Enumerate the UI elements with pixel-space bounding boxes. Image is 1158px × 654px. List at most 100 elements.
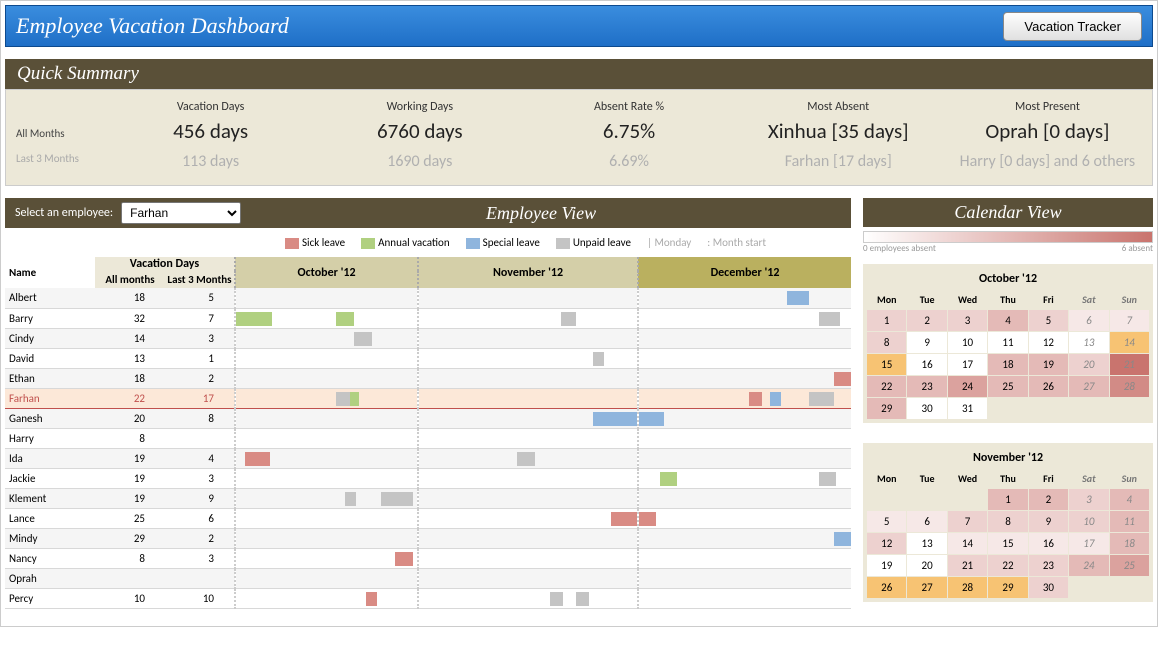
cal-day[interactable]: 15 (988, 533, 1027, 554)
cal-day[interactable]: 12 (867, 533, 906, 554)
cal-day[interactable]: 30 (907, 398, 946, 419)
cal-day[interactable]: 17 (1069, 533, 1108, 554)
page-title: Employee Vacation Dashboard (16, 13, 289, 39)
legend-monday: | Monday (647, 236, 691, 249)
cal-day[interactable]: 16 (1029, 533, 1068, 554)
cal-day[interactable]: 15 (867, 354, 906, 375)
cal-day[interactable]: 1 (867, 310, 906, 331)
cal-day[interactable]: 10 (948, 332, 987, 353)
cal-day[interactable]: 2 (1029, 489, 1068, 510)
gantt-bar (770, 392, 781, 406)
cal-day[interactable]: 23 (907, 376, 946, 397)
table-row[interactable]: Harry 8 (5, 428, 851, 448)
cal-day[interactable]: 12 (1029, 332, 1068, 353)
cell-last3: 2 (165, 528, 235, 548)
cal-day[interactable]: 8 (988, 511, 1027, 532)
cal-day[interactable]: 25 (988, 376, 1027, 397)
cal-blank (867, 489, 906, 510)
cal-day[interactable]: 3 (1069, 489, 1108, 510)
vacation-tracker-button[interactable]: Vacation Tracker (1003, 12, 1142, 41)
cal-day[interactable]: 21 (1110, 354, 1149, 375)
cal-day[interactable]: 20 (1069, 354, 1108, 375)
table-row[interactable]: Ganesh 20 8 (5, 408, 851, 428)
table-row[interactable]: Klement 19 9 (5, 488, 851, 508)
table-row[interactable]: Lance 25 6 (5, 508, 851, 528)
header: Employee Vacation Dashboard Vacation Tra… (5, 5, 1153, 47)
cal-day[interactable]: 24 (1069, 555, 1108, 576)
cal-day[interactable]: 8 (867, 332, 906, 353)
gantt-cell (638, 588, 851, 608)
table-row[interactable]: Ethan 18 2 (5, 368, 851, 388)
table-row[interactable]: Cindy 14 3 (5, 328, 851, 348)
table-row[interactable]: Farhan 22 17 (5, 388, 851, 408)
cal-day[interactable]: 9 (907, 332, 946, 353)
cell-name: Percy (5, 588, 95, 608)
cal-day[interactable]: 26 (1029, 376, 1068, 397)
cal-day[interactable]: 19 (867, 555, 906, 576)
table-row[interactable]: Nancy 8 3 (5, 548, 851, 568)
gantt-cell (418, 368, 638, 388)
cal-day[interactable]: 23 (1029, 555, 1068, 576)
cal-day[interactable]: 5 (1029, 310, 1068, 331)
cal-day[interactable]: 3 (948, 310, 987, 331)
cal-day[interactable]: 9 (1029, 511, 1068, 532)
cal-day[interactable]: 20 (907, 555, 946, 576)
cal-day[interactable]: 13 (1069, 332, 1108, 353)
cal-day-header: Sun (1110, 469, 1149, 488)
cell-name: Jackie (5, 468, 95, 488)
cal-day[interactable]: 19 (1029, 354, 1068, 375)
employee-select[interactable]: Farhan (121, 202, 241, 224)
cal-day-header: Sat (1069, 290, 1108, 309)
cal-day[interactable]: 25 (1110, 555, 1149, 576)
cal-day[interactable]: 13 (907, 533, 946, 554)
summary-val-all: 6760 days (315, 118, 524, 144)
cal-day[interactable]: 27 (907, 577, 946, 598)
cal-day[interactable]: 7 (948, 511, 987, 532)
cal-day[interactable]: 26 (867, 577, 906, 598)
cal-day[interactable]: 2 (907, 310, 946, 331)
cal-day[interactable]: 30 (1029, 577, 1068, 598)
table-row[interactable]: Ida 19 4 (5, 448, 851, 468)
table-row[interactable]: Oprah (5, 568, 851, 588)
gantt-cell (235, 288, 418, 308)
cal-day[interactable]: 4 (1110, 489, 1149, 510)
gantt-bar (561, 312, 576, 326)
cal-day[interactable]: 24 (948, 376, 987, 397)
cal-day[interactable]: 29 (867, 398, 906, 419)
table-row[interactable]: Mindy 29 2 (5, 528, 851, 548)
gantt-bar (834, 532, 851, 546)
table-row[interactable]: Percy 10 10 (5, 588, 851, 608)
cal-day[interactable]: 31 (948, 398, 987, 419)
gantt-cell (235, 488, 418, 508)
cal-day[interactable]: 22 (867, 376, 906, 397)
table-row[interactable]: Albert 18 5 (5, 288, 851, 308)
employee-view-header: Select an employee: Farhan Employee View (5, 198, 851, 228)
table-row[interactable]: Jackie 19 3 (5, 468, 851, 488)
cal-day[interactable]: 4 (988, 310, 1027, 331)
cal-day[interactable]: 1 (988, 489, 1027, 510)
cal-day[interactable]: 14 (1110, 332, 1149, 353)
cal-day[interactable]: 28 (948, 577, 987, 598)
cal-day[interactable]: 5 (867, 511, 906, 532)
gantt-bar (787, 291, 808, 305)
gantt-bar (593, 412, 637, 426)
table-row[interactable]: Barry 32 7 (5, 308, 851, 328)
cal-day[interactable]: 17 (948, 354, 987, 375)
cell-name: Mindy (5, 528, 95, 548)
cal-day[interactable]: 7 (1110, 310, 1149, 331)
cal-day[interactable]: 16 (907, 354, 946, 375)
cal-day[interactable]: 14 (948, 533, 987, 554)
cal-day[interactable]: 27 (1069, 376, 1108, 397)
cal-day[interactable]: 10 (1069, 511, 1108, 532)
cal-day[interactable]: 28 (1110, 376, 1149, 397)
cal-day[interactable]: 18 (988, 354, 1027, 375)
cal-day[interactable]: 22 (988, 555, 1027, 576)
cal-day[interactable]: 21 (948, 555, 987, 576)
cal-day[interactable]: 29 (988, 577, 1027, 598)
cal-day[interactable]: 6 (907, 511, 946, 532)
cal-day[interactable]: 6 (1069, 310, 1108, 331)
cal-day[interactable]: 11 (1110, 511, 1149, 532)
table-row[interactable]: David 13 1 (5, 348, 851, 368)
cal-day[interactable]: 18 (1110, 533, 1149, 554)
cal-day[interactable]: 11 (988, 332, 1027, 353)
